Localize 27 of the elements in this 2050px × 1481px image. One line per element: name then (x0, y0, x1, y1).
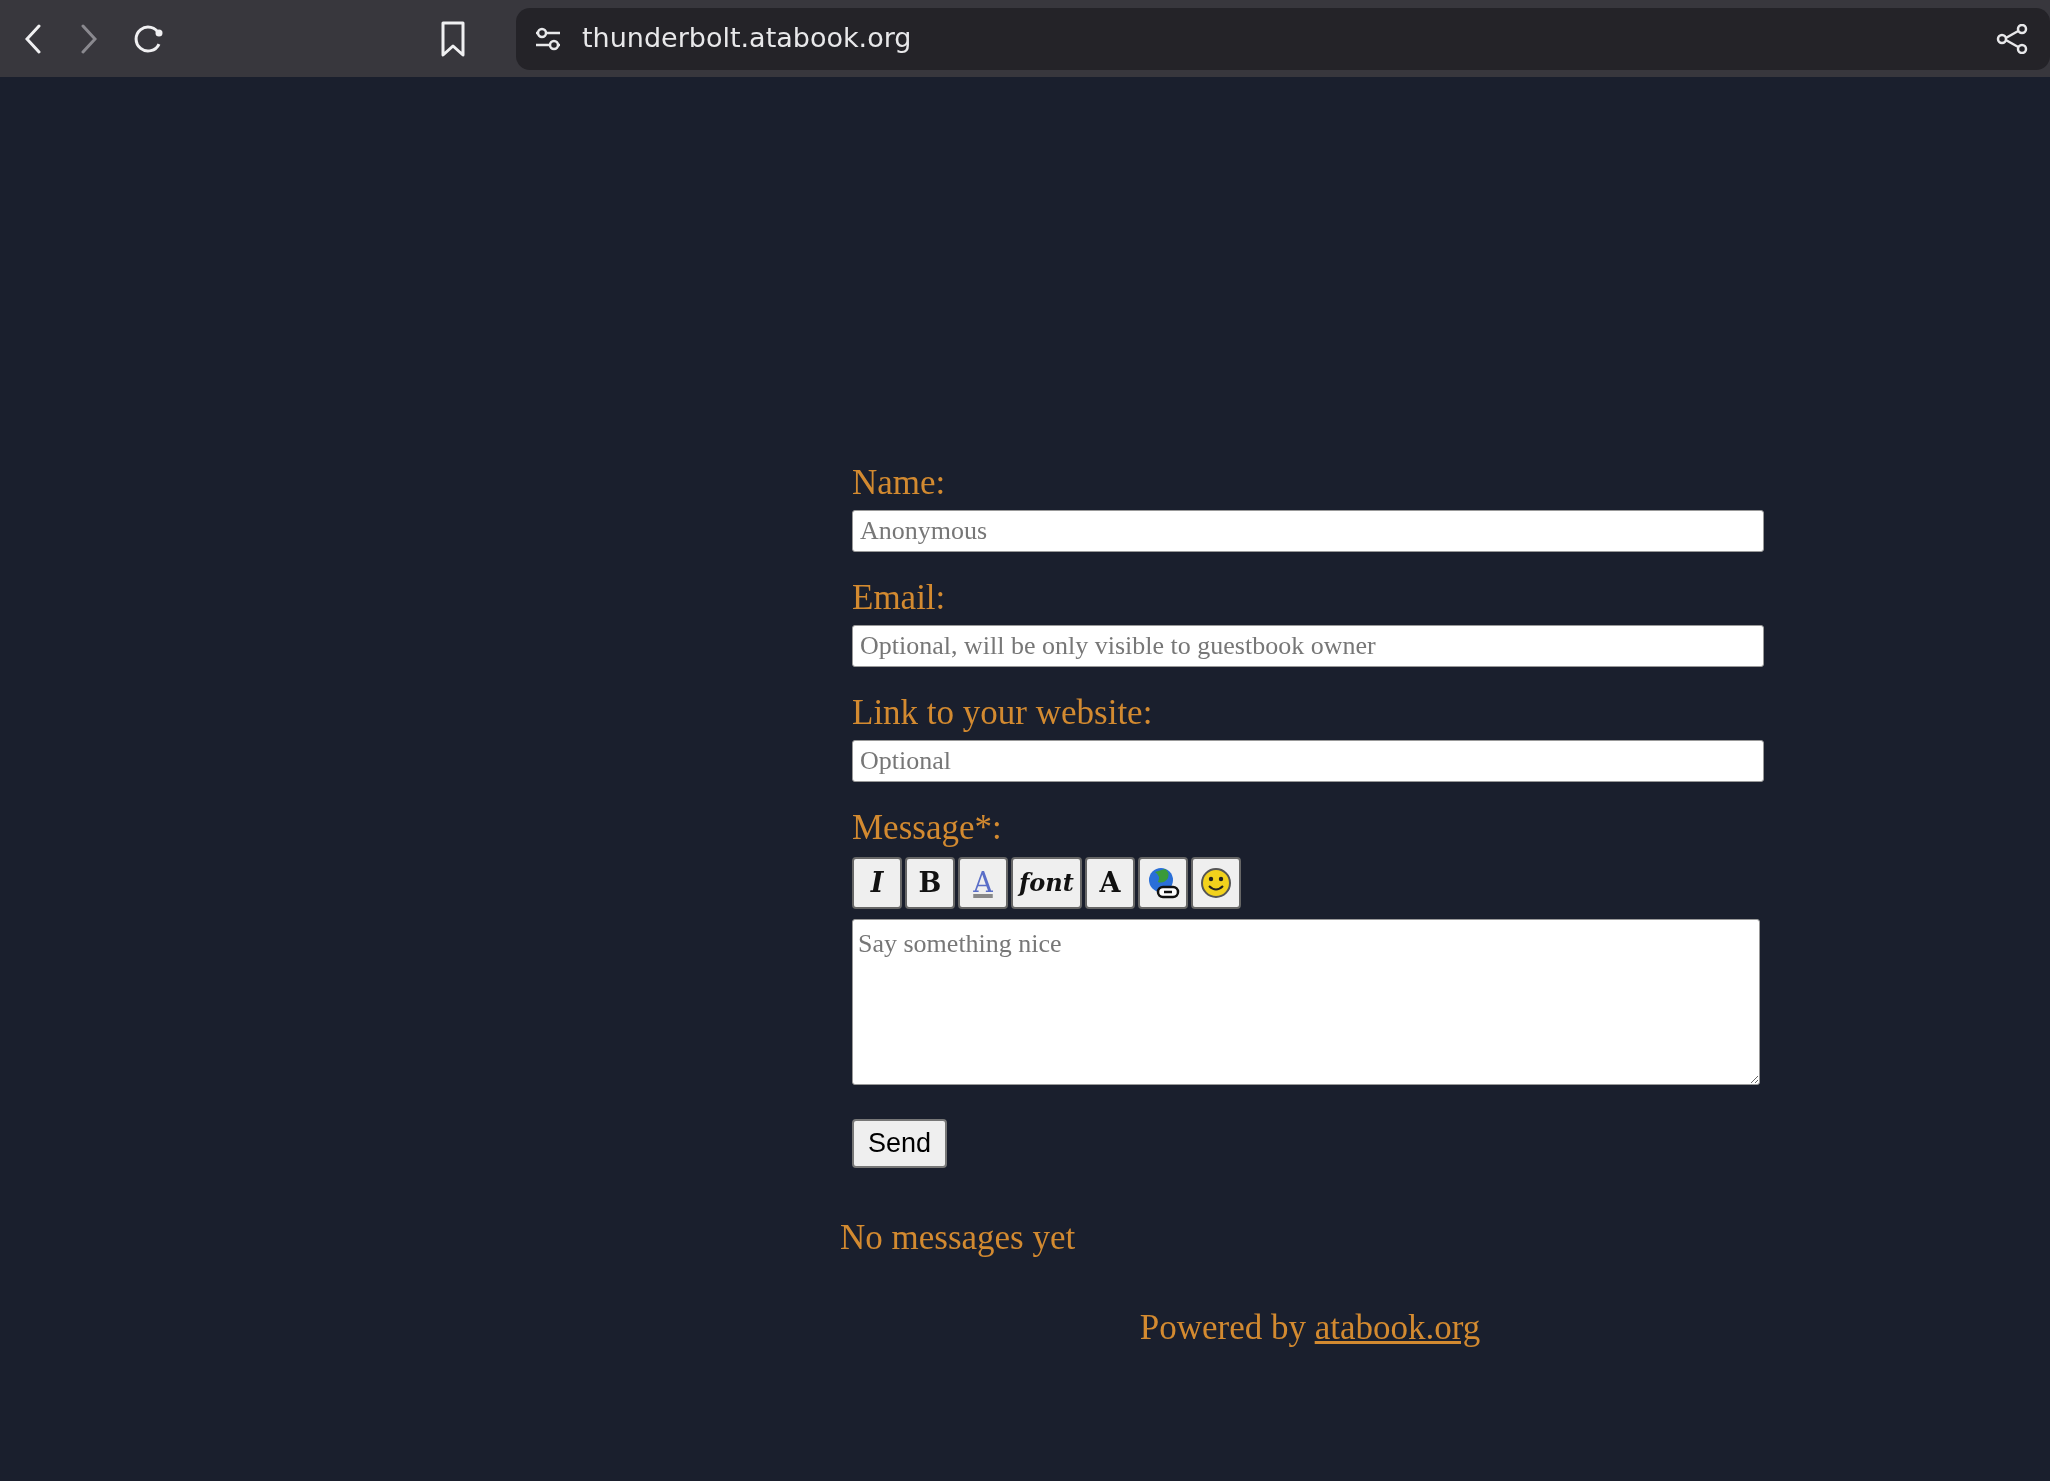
message-field[interactable]: Say something nice (852, 919, 1760, 1085)
input-field[interactable]: Optional, will be only visible to guestbook owner (852, 625, 1764, 667)
share-icon[interactable] (1996, 23, 2028, 54)
url-text: thunderbolt.atabook.org (582, 21, 913, 56)
chevron-right-icon (81, 23, 97, 54)
smiley-icon (1199, 867, 1232, 899)
font-size-button[interactable]: A (1084, 857, 1135, 909)
input-field[interactable]: Optional (852, 740, 1764, 782)
field-label: Name: (852, 465, 947, 500)
footer-text: Powered by (1139, 1308, 1307, 1347)
empty-notice: No messages yet (840, 1216, 1077, 1259)
text-color-button[interactable]: A (958, 857, 1008, 909)
chevron-left-icon (25, 23, 41, 54)
smiley-button[interactable] (1190, 857, 1241, 909)
field-label: Message*: (852, 810, 1003, 845)
field-label: Email: (852, 580, 947, 615)
italic-button[interactable]: I (852, 857, 902, 909)
reload-icon (133, 24, 165, 53)
send-button[interactable]: Send (852, 1119, 948, 1168)
footer-link[interactable]: atabook.org (1314, 1308, 1481, 1347)
settings-icon[interactable] (534, 25, 562, 52)
bold-button[interactable]: B (905, 857, 955, 909)
font-button[interactable]: font (1011, 857, 1082, 909)
address-bar[interactable]: thunderbolt.atabook.org (516, 7, 2050, 70)
link-button[interactable] (1137, 857, 1188, 909)
input-field[interactable]: Anonymous (852, 510, 1764, 552)
field-label: Link to your website: (852, 695, 1154, 730)
